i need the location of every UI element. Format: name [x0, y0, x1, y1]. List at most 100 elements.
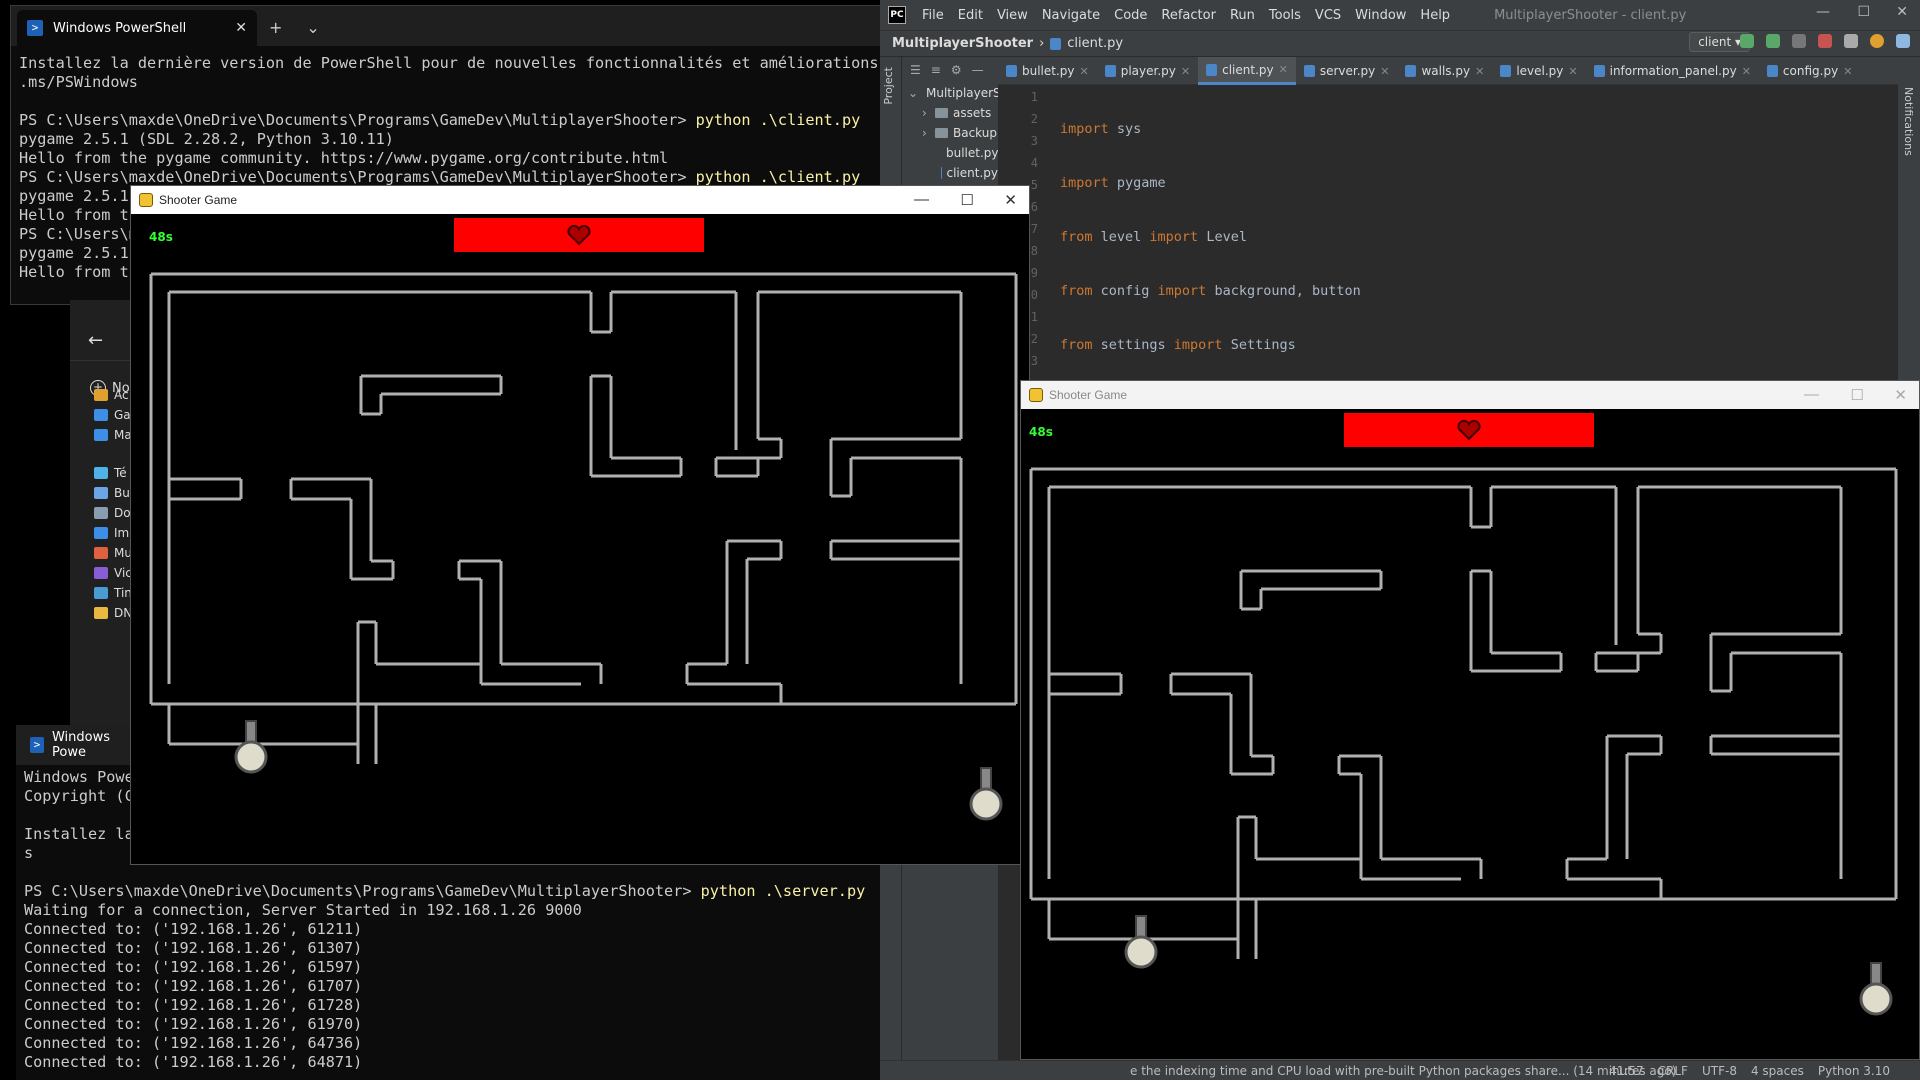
- menu-edit[interactable]: Edit: [958, 8, 983, 23]
- editor-tab[interactable]: walls.py ✕: [1397, 57, 1492, 85]
- status-item[interactable]: 41:57: [1609, 1064, 1644, 1078]
- close-icon[interactable]: ✕: [1004, 191, 1017, 209]
- close-tab-icon[interactable]: ✕: [1843, 65, 1852, 78]
- terminal-line: Waiting for a connection, Server Started…: [24, 901, 582, 919]
- status-item[interactable]: UTF-8: [1702, 1064, 1737, 1078]
- project-tool-tab[interactable]: Project: [882, 67, 895, 105]
- menu-tools[interactable]: Tools: [1269, 8, 1301, 23]
- game-window-2[interactable]: Shooter Game — ☐ ✕ 48s: [1020, 380, 1920, 1060]
- back-arrow-icon[interactable]: ←: [88, 330, 103, 351]
- notifications-tool-tab[interactable]: Notifications: [1902, 87, 1915, 156]
- editor-tab[interactable]: client.py ✕: [1198, 57, 1296, 85]
- maximize-icon[interactable]: ☐: [961, 191, 974, 209]
- tree-file[interactable]: bullet.py: [902, 143, 999, 163]
- nav-pane-item[interactable]: Bu: [94, 483, 130, 503]
- minimize-icon[interactable]: —: [1804, 386, 1819, 403]
- debug-icon[interactable]: [1766, 34, 1780, 48]
- game-canvas[interactable]: 48s: [1021, 409, 1920, 1059]
- status-message[interactable]: e the indexing time and CPU load with pr…: [1130, 1064, 1676, 1078]
- editor-tab[interactable]: bullet.py ✕: [998, 57, 1097, 85]
- nav-pane-item[interactable]: Do: [94, 503, 131, 523]
- close-tab-icon[interactable]: ✕: [1475, 65, 1484, 78]
- tree-item-label: MultiplayerS: [926, 86, 1001, 100]
- nav-pane-item[interactable]: Im: [94, 523, 129, 543]
- jetbrains-ai-icon[interactable]: [1896, 34, 1910, 48]
- terminal-tab-title: Windows Powe: [51, 730, 111, 760]
- chevron-down-icon[interactable]: ⌄: [294, 10, 331, 46]
- editor-tab[interactable]: player.py ✕: [1097, 57, 1198, 85]
- maximize-icon[interactable]: ☐: [1851, 386, 1864, 404]
- hide-icon[interactable]: —: [972, 63, 984, 77]
- nav-pane-item[interactable]: Tin: [94, 583, 132, 603]
- breadcrumb-file[interactable]: client.py: [1067, 36, 1123, 51]
- menu-file[interactable]: File: [922, 8, 944, 23]
- terminal-line: pygame 2.5.1 (SDL 2.28.2, Python 3.10.11…: [19, 130, 394, 148]
- close-tab-icon[interactable]: ✕: [1279, 63, 1288, 76]
- project-tree[interactable]: ⌄ MultiplayerS › assets › Backup bullet.py clie…: [902, 83, 1001, 183]
- menu-code[interactable]: Code: [1114, 8, 1147, 23]
- folder-icon: [94, 567, 108, 579]
- menu-window[interactable]: Window: [1355, 8, 1406, 23]
- tree-file[interactable]: client.py: [902, 163, 998, 183]
- new-tab-button[interactable]: +: [257, 10, 294, 46]
- update-icon[interactable]: [1870, 34, 1884, 48]
- terminal-tab[interactable]: > Windows PowerShell ✕: [17, 10, 257, 46]
- editor-tab[interactable]: config.py ✕: [1759, 57, 1860, 85]
- maximize-icon[interactable]: ☐: [1857, 4, 1870, 20]
- tree-item-label: client.py: [946, 166, 999, 180]
- minimize-icon[interactable]: —: [914, 191, 929, 208]
- menu-vcs[interactable]: VCS: [1315, 8, 1341, 23]
- chevron-icon[interactable]: ›: [922, 126, 930, 140]
- close-tab-icon[interactable]: ✕: [1568, 65, 1577, 78]
- status-item[interactable]: Python 3.10: [1818, 1064, 1890, 1078]
- collapse-all-icon[interactable]: ≡: [931, 63, 941, 77]
- close-tab-icon[interactable]: ✕: [1742, 65, 1751, 78]
- coverage-icon[interactable]: [1792, 34, 1806, 48]
- rerun-icon[interactable]: [1740, 34, 1754, 48]
- terminal-tab[interactable]: > Windows Powe: [16, 725, 136, 765]
- minimize-icon[interactable]: —: [1816, 4, 1830, 20]
- game-window-1[interactable]: Shooter Game — ☐ ✕ 48s: [130, 185, 1030, 865]
- gear-icon[interactable]: ⚙: [951, 63, 962, 77]
- breadcrumb-separator: ›: [1039, 36, 1045, 51]
- nav-pane-item[interactable]: Ga: [94, 405, 131, 425]
- chevron-icon[interactable]: ⌄: [908, 86, 918, 100]
- status-item[interactable]: 4 spaces: [1751, 1064, 1804, 1078]
- status-item[interactable]: CRLF: [1658, 1064, 1688, 1078]
- close-icon[interactable]: ✕: [1896, 4, 1908, 20]
- terminal-line: Hello from the pygame community. https:/…: [19, 149, 669, 167]
- close-icon[interactable]: ✕: [235, 20, 247, 36]
- chevron-icon[interactable]: ›: [922, 106, 930, 120]
- close-tab-icon[interactable]: ✕: [1080, 65, 1089, 78]
- game-canvas[interactable]: 48s: [131, 214, 1030, 864]
- close-tab-icon[interactable]: ✕: [1181, 65, 1190, 78]
- editor-tab[interactable]: server.py ✕: [1296, 57, 1398, 85]
- line-number: 1: [1030, 90, 1038, 104]
- tree-folder[interactable]: ⌄ MultiplayerS: [902, 83, 1001, 103]
- close-tab-icon[interactable]: ✕: [1380, 65, 1389, 78]
- search-icon[interactable]: [1844, 34, 1858, 48]
- game-title-bar[interactable]: Shooter Game — ☐ ✕: [1021, 381, 1919, 409]
- nav-pane-item[interactable]: Ma: [94, 425, 132, 445]
- nav-pane-item[interactable]: Ac: [94, 385, 129, 405]
- expand-all-icon[interactable]: ☰: [910, 63, 921, 77]
- nav-pane-item[interactable]: Té: [94, 463, 127, 483]
- menu-refactor[interactable]: Refactor: [1161, 8, 1216, 23]
- nav-pane-item[interactable]: Mu: [94, 543, 132, 563]
- tree-folder[interactable]: › assets: [902, 103, 998, 123]
- editor-tab[interactable]: level.py ✕: [1492, 57, 1585, 85]
- tree-folder[interactable]: › Backup: [902, 123, 998, 143]
- nav-pane-item[interactable]: DN: [94, 603, 132, 623]
- editor-tab-bar: bullet.py ✕ player.py ✕ client.py ✕ server.py ✕…: [998, 57, 1898, 85]
- breadcrumb-project[interactable]: MultiplayerShooter: [892, 36, 1033, 51]
- menu-navigate[interactable]: Navigate: [1042, 8, 1100, 23]
- game-title-bar[interactable]: Shooter Game — ☐ ✕: [131, 186, 1029, 214]
- menu-run[interactable]: Run: [1230, 8, 1255, 23]
- menu-view[interactable]: View: [997, 8, 1028, 23]
- editor-tab[interactable]: information_panel.py ✕: [1586, 57, 1759, 85]
- nav-pane-item[interactable]: Vic: [94, 563, 132, 583]
- menu-help[interactable]: Help: [1420, 8, 1450, 23]
- close-icon[interactable]: ✕: [1894, 386, 1907, 404]
- code-line: from settings import Settings: [1060, 337, 1296, 353]
- stop-icon[interactable]: [1818, 34, 1832, 48]
